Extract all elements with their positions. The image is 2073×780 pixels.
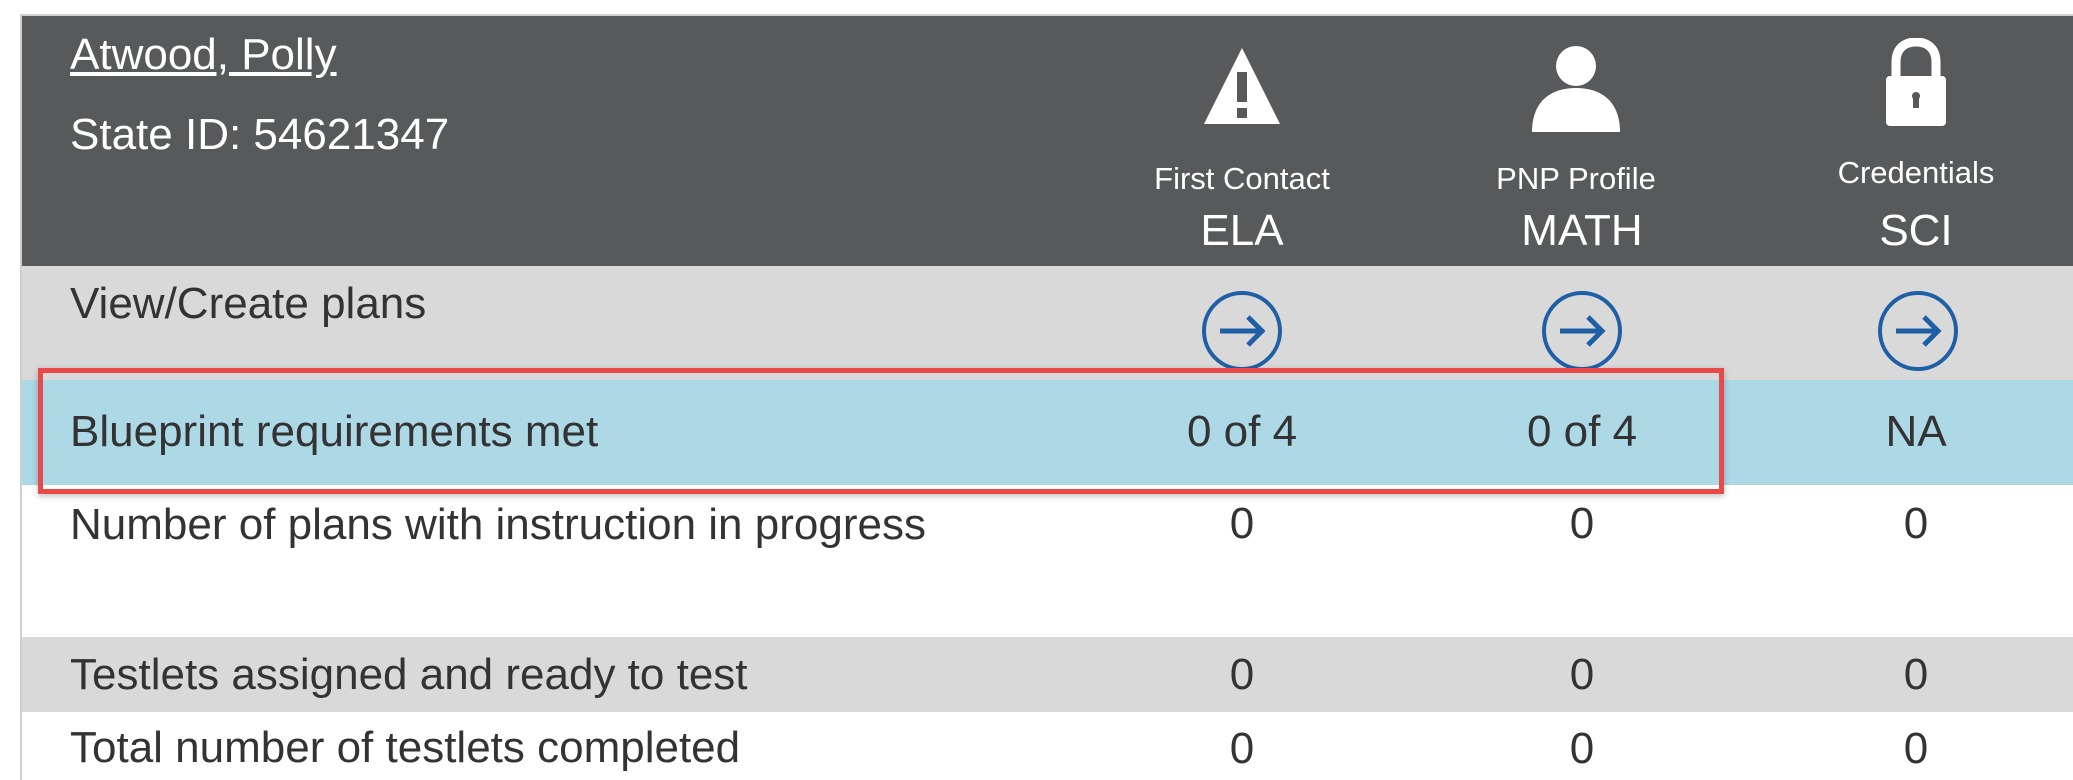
state-id-label: State ID: (70, 110, 242, 159)
pnp-profile-button[interactable]: PNP Profile (1486, 44, 1666, 204)
blueprint-sci-value: NA (1885, 407, 1947, 456)
view-plans-sci-arrow-icon[interactable] (1876, 289, 1960, 373)
row-label-view-create-plans: View/Create plans (70, 279, 427, 328)
assigned-ela-value: 0 (1229, 650, 1255, 699)
in-progress-ela-value: 0 (1229, 499, 1255, 548)
student-name-link[interactable]: Atwood, Polly (70, 30, 337, 80)
row-testlets-assigned: Testlets assigned and ready to test 0 0 … (22, 637, 2073, 712)
view-plans-ela-arrow-icon[interactable] (1200, 289, 1284, 373)
row-view-create-plans: View/Create plans (22, 266, 2073, 380)
completed-math-value: 0 (1569, 724, 1595, 773)
view-plans-math-arrow-icon[interactable] (1540, 289, 1624, 373)
first-contact-label: First Contact (1154, 161, 1330, 196)
student-summary-card: Atwood, Polly State ID: 54621347 First C… (20, 14, 2073, 780)
subject-sci: SCI (1879, 206, 1953, 255)
highlight-annotation-box (38, 368, 1724, 494)
student-header: Atwood, Polly State ID: 54621347 First C… (22, 16, 2073, 266)
completed-sci-value: 0 (1903, 724, 1929, 773)
state-id-line: State ID: 54621347 (70, 110, 449, 160)
person-icon (1532, 46, 1620, 132)
completed-ela-value: 0 (1229, 724, 1255, 773)
subject-ela: ELA (1200, 206, 1284, 255)
first-contact-button[interactable]: First Contact (1152, 44, 1332, 204)
in-progress-math-value: 0 (1569, 499, 1595, 548)
state-id-value: 54621347 (253, 110, 450, 159)
in-progress-sci-value: 0 (1903, 499, 1929, 548)
credentials-button[interactable]: Credentials (1826, 38, 2006, 204)
warning-icon (1204, 48, 1280, 124)
credentials-label: Credentials (1837, 155, 1995, 190)
row-plans-in-progress: Number of plans with instruction in prog… (22, 485, 2073, 637)
pnp-profile-label: PNP Profile (1496, 161, 1656, 196)
assigned-math-value: 0 (1569, 650, 1595, 699)
subject-math: MATH (1521, 206, 1643, 255)
row-label-plans-in-progress: Number of plans with instruction in prog… (70, 500, 926, 549)
lock-icon (1886, 38, 1946, 126)
row-label-testlets-assigned: Testlets assigned and ready to test (70, 650, 748, 699)
assigned-sci-value: 0 (1903, 650, 1929, 699)
row-testlets-completed: Total number of testlets completed 0 0 0 (22, 712, 2073, 780)
row-label-testlets-completed: Total number of testlets completed (70, 723, 741, 772)
